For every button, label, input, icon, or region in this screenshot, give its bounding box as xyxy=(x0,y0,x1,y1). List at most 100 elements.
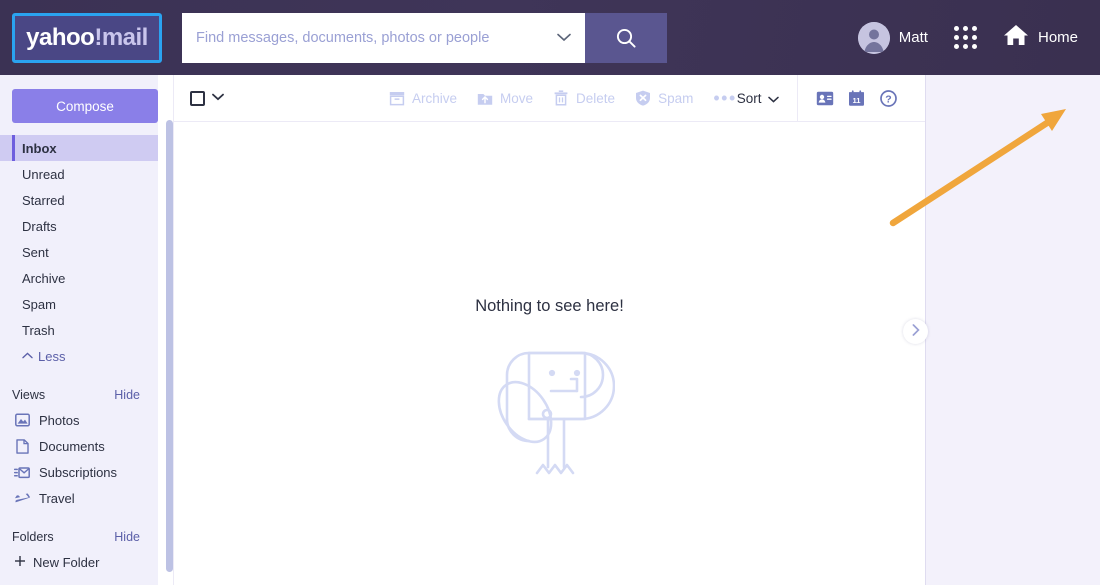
views-list: Photos Documents Subscriptions Travel xyxy=(0,407,158,511)
sidebar-label-travel: Travel xyxy=(39,490,75,506)
svg-text:?: ? xyxy=(885,93,891,105)
spam-label: Spam xyxy=(658,90,694,106)
search-area xyxy=(182,12,667,63)
sidebar-less-toggle[interactable]: Less xyxy=(0,343,158,369)
toolbar-actions: Archive Move Delete Spam ••• xyxy=(389,89,737,107)
sidebar-less-label: Less xyxy=(38,348,66,364)
header-right-cluster: Matt Home xyxy=(857,13,1100,63)
archive-button[interactable]: Archive xyxy=(389,90,457,106)
sidebar-label-subscriptions: Subscriptions xyxy=(39,464,118,480)
move-label: Move xyxy=(500,90,534,106)
archive-icon xyxy=(389,90,405,106)
sidebar-label-inbox: Inbox xyxy=(22,140,57,156)
airplane-icon xyxy=(14,490,30,506)
folders-hide-toggle[interactable]: Hide xyxy=(114,530,140,544)
sidebar-label-starred: Starred xyxy=(22,192,65,208)
logo-secondary-text: !mail xyxy=(94,23,148,51)
search-input[interactable] xyxy=(196,29,549,46)
subscriptions-icon xyxy=(14,464,30,480)
folders-section-title: Folders xyxy=(12,530,54,544)
search-button[interactable] xyxy=(585,12,667,63)
chevron-right-icon xyxy=(912,324,920,339)
move-icon xyxy=(477,90,493,106)
empty-state: Nothing to see here! xyxy=(174,122,925,585)
sidebar-item-archive[interactable]: Archive xyxy=(0,265,158,291)
select-all-control[interactable] xyxy=(190,90,224,106)
sidebar-item-spam[interactable]: Spam xyxy=(0,291,158,317)
folders-section-header: Folders Hide xyxy=(0,525,158,549)
views-section-title: Views xyxy=(12,388,46,402)
select-all-chevron-down-icon[interactable] xyxy=(212,92,224,104)
search-chevron-down-icon[interactable] xyxy=(549,30,571,45)
svg-text:11: 11 xyxy=(853,96,862,105)
sidebar-item-trash[interactable]: Trash xyxy=(0,317,158,343)
select-all-checkbox[interactable] xyxy=(190,90,205,106)
views-hide-toggle[interactable]: Hide xyxy=(114,388,140,402)
calendar-icon[interactable]: 11 xyxy=(848,89,866,107)
sidebar-item-unread[interactable]: Unread xyxy=(0,161,158,187)
trash-icon xyxy=(553,90,569,106)
sidebar-label-spam: Spam xyxy=(22,296,56,312)
sidebar-item-inbox[interactable]: Inbox xyxy=(0,135,158,161)
empty-state-title: Nothing to see here! xyxy=(475,297,624,315)
photo-icon xyxy=(14,412,30,428)
sidebar-item-photos[interactable]: Photos xyxy=(0,407,158,433)
document-icon xyxy=(14,438,30,454)
user-name: Matt xyxy=(898,29,928,46)
sidebar-label-trash: Trash xyxy=(22,322,55,338)
message-toolbar: Archive Move Delete Spam ••• Sort 11 ? xyxy=(174,74,947,122)
search-box[interactable] xyxy=(182,12,585,63)
sidebar-label-archive: Archive xyxy=(22,270,66,286)
contacts-icon[interactable] xyxy=(816,89,834,107)
new-folder-button[interactable]: New Folder xyxy=(0,549,158,575)
sidebar-item-subscriptions[interactable]: Subscriptions xyxy=(0,459,158,485)
yahoo-mail-app: yahoo!mail Find messages, documents, pho… xyxy=(0,0,1100,585)
plus-icon xyxy=(14,555,26,570)
avatar xyxy=(857,21,890,54)
folder-list: Inbox Unread Starred Drafts Sent Archive… xyxy=(0,135,158,369)
sidebar-item-sent[interactable]: Sent xyxy=(0,239,158,265)
home-label: Home xyxy=(1037,29,1078,46)
sidebar-label-unread: Unread xyxy=(22,166,65,182)
sidebar-scrollbar[interactable] xyxy=(166,120,173,578)
message-list-pane: Archive Move Delete Spam ••• Sort 11 ? N… xyxy=(173,74,947,585)
sidebar-label-drafts: Drafts xyxy=(22,218,57,234)
right-side-panel xyxy=(925,75,1100,585)
new-folder-label: New Folder xyxy=(33,554,100,570)
archive-label: Archive xyxy=(412,90,458,106)
help-icon[interactable]: ? xyxy=(880,89,898,107)
sidebar-scrollbar-thumb[interactable] xyxy=(166,120,173,572)
move-button[interactable]: Move xyxy=(477,90,533,106)
apps-grid-button[interactable] xyxy=(953,26,977,49)
sidebar-label-photos: Photos xyxy=(39,412,80,428)
views-section-header: Views Hide xyxy=(0,383,158,407)
sidebar-item-documents[interactable]: Documents xyxy=(0,433,158,459)
more-actions-button[interactable]: ••• xyxy=(713,89,736,107)
spam-button[interactable]: Spam xyxy=(635,90,693,106)
yahoo-mail-logo[interactable]: yahoo!mail xyxy=(12,12,162,63)
logo-primary-text: yahoo xyxy=(26,23,95,51)
search-icon xyxy=(616,28,636,48)
delete-button[interactable]: Delete xyxy=(553,90,615,106)
home-button[interactable]: Home xyxy=(1003,23,1078,52)
logo-text: yahoo!mail xyxy=(26,24,148,52)
compose-button[interactable]: Compose xyxy=(12,89,158,123)
sidebar-label-documents: Documents xyxy=(39,438,105,454)
sidebar-item-starred[interactable]: Starred xyxy=(0,187,158,213)
sidebar-item-travel[interactable]: Travel xyxy=(0,485,158,511)
delete-label: Delete xyxy=(576,90,616,106)
sort-button[interactable]: Sort xyxy=(737,91,797,106)
home-icon xyxy=(1003,23,1029,52)
chevron-up-icon xyxy=(22,351,33,362)
user-profile-button[interactable]: Matt xyxy=(857,21,928,54)
sidebar-label-sent: Sent xyxy=(22,244,49,260)
sort-label: Sort xyxy=(736,90,762,106)
spam-shield-icon xyxy=(635,90,651,106)
top-header-bar: yahoo!mail Find messages, documents, pho… xyxy=(0,0,1100,75)
expand-right-panel-button[interactable] xyxy=(903,319,928,344)
mailbox-illustration xyxy=(485,333,615,488)
sidebar-item-drafts[interactable]: Drafts xyxy=(0,213,158,239)
sidebar: Compose Inbox Unread Starred Drafts Sent… xyxy=(0,75,158,585)
apps-grid-icon xyxy=(953,26,977,49)
sort-chevron-down-icon xyxy=(767,91,779,106)
